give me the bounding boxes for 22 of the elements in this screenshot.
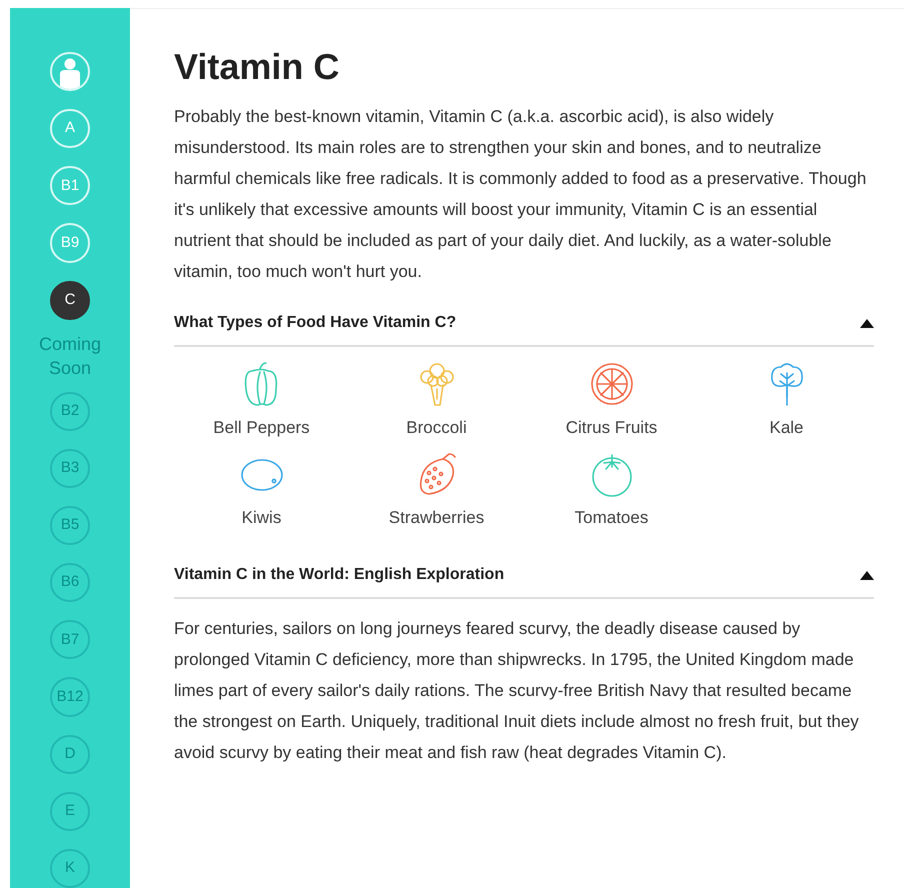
- vitamin-button[interactable]: A: [50, 109, 90, 148]
- section-header[interactable]: Vitamin C in the World: English Exploration: [174, 563, 874, 599]
- food-label: Citrus Fruits: [566, 417, 658, 439]
- coming-soon-label: Coming Soon: [38, 332, 102, 380]
- page-title: Vitamin C: [174, 47, 340, 87]
- collapse-arrow-icon[interactable]: [860, 318, 874, 328]
- food-label: Strawberries: [388, 507, 484, 529]
- food-label: Bell Peppers: [213, 417, 310, 439]
- collapse-arrow-icon[interactable]: [860, 570, 874, 580]
- section-heading: Vitamin C in the World: English Exploration: [174, 565, 504, 585]
- food-label: Kale: [769, 417, 804, 439]
- vitamin-button[interactable]: C: [50, 280, 90, 320]
- section-heading: What Types of Food Have Vitamin C?: [174, 313, 456, 333]
- vitamin-button[interactable]: B1: [50, 166, 90, 206]
- food-label: Kiwis: [242, 507, 282, 529]
- food-label: Tomatoes: [574, 507, 648, 529]
- vitamin-button[interactable]: B9: [50, 223, 90, 263]
- food-label: Broccoli: [406, 417, 467, 439]
- intro-paragraph: Probably the best-known vitamin, Vitamin C (a.k.a. ascorbic acid), is also widely misunderstood. Its main roles are to strengthen your skin and bones, and to neutralize harmful chemicals like free radicals. It is commonly added to food as a preservative. Though it's unlikely that excessive amounts will boost your immunity, Vitamin C is an essential nutrient that should be included as part of your daily diet. And luckily, as a water-soluble vitamin, too much won't hurt you.: [174, 106, 868, 283]
- section-header[interactable]: What Types of Food Have Vitamin C?: [174, 311, 874, 347]
- person-icon: [57, 57, 83, 90]
- section-paragraph: For centuries, sailors on long journeys feared scurvy, the deadly disease caused by prolonged Vitamin C deficiency, more than shipwrecks. In 1795, the United Kingdom made limes part of every sailor's daily rations. The scurvy-free British Navy that resulted became the strongest on Earth. Uniquely, traditional Inuit diets include almost no fresh fruit, but they avoid scurvy by eating their meat and fish raw (heat degrades Vitamin C).: [174, 618, 860, 764]
